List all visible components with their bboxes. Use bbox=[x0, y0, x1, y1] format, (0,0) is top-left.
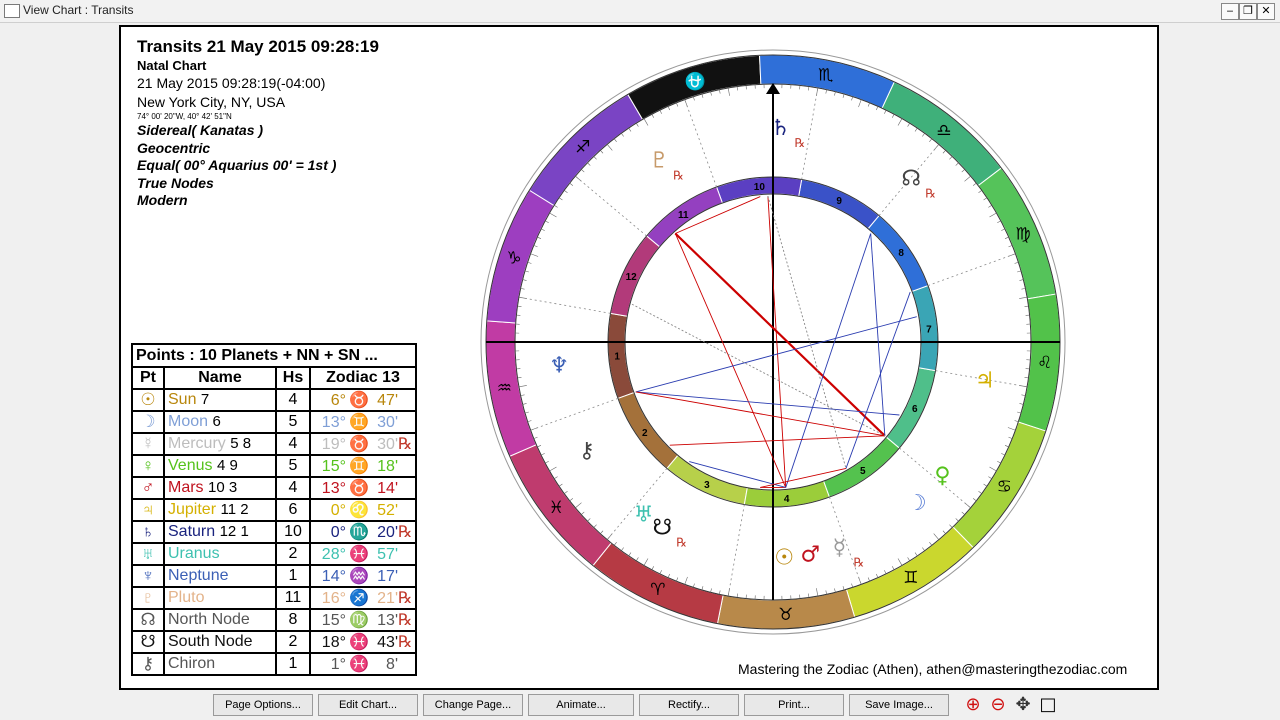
house-number: 7 bbox=[926, 324, 932, 335]
zodiac-sign-icon: ♊ bbox=[903, 568, 918, 588]
zodiac-sign-icon: ♏ bbox=[818, 66, 833, 86]
retrograde-icon: ℞ bbox=[673, 169, 684, 183]
zodiac-sign-icon: ♍ bbox=[1015, 225, 1030, 245]
zodiac-sign-icon: ♋ bbox=[997, 477, 1012, 497]
zodiac-sign-icon: ♐ bbox=[575, 138, 590, 158]
house-number: 4 bbox=[784, 494, 790, 505]
edit-chart-button[interactable]: Edit Chart... bbox=[318, 694, 418, 716]
planet-glyph-icon[interactable]: ⚷ bbox=[579, 439, 595, 464]
planet-glyph-icon[interactable]: ☿ bbox=[833, 535, 847, 560]
house-number: 10 bbox=[754, 182, 766, 193]
fit-icon[interactable]: □ bbox=[1037, 694, 1059, 716]
house-number: 9 bbox=[836, 196, 842, 207]
house-number: 3 bbox=[704, 480, 710, 491]
zodiac-sign-icon: ♒ bbox=[497, 379, 512, 399]
retrograde-icon: ℞ bbox=[795, 136, 806, 150]
zodiac-sign-icon: ♓ bbox=[549, 498, 564, 518]
zoom-in-icon[interactable]: ⊕ bbox=[962, 694, 984, 716]
save-image-button[interactable]: Save Image... bbox=[849, 694, 949, 716]
planet-glyph-icon[interactable]: ☽ bbox=[907, 491, 927, 516]
house-number: 12 bbox=[626, 272, 638, 283]
planet-glyph-icon[interactable]: ♇ bbox=[649, 149, 669, 174]
house-number: 8 bbox=[898, 248, 904, 259]
bottom-toolbar: Page Options... Edit Chart... Change Pag… bbox=[0, 692, 1280, 720]
zodiac-sign-icon: ♑ bbox=[506, 248, 521, 268]
planet-glyph-icon[interactable]: ♃ bbox=[975, 368, 995, 393]
chart-wheel[interactable]: ♎♍♌♋♊♉♈♓♒♑♐⛎ ♏123456789101112♄℞♇℞ ☊℞♃♀☽☿℞♂… bbox=[0, 0, 1280, 720]
planet-glyph-icon[interactable]: ☋ bbox=[652, 515, 672, 540]
rectify-button[interactable]: Rectify... bbox=[639, 694, 739, 716]
zoom-out-icon[interactable]: ⊖ bbox=[987, 694, 1009, 716]
house-number: 11 bbox=[678, 210, 689, 221]
animate-button[interactable]: Animate... bbox=[528, 694, 634, 716]
zodiac-sign-icon: ♈ bbox=[650, 580, 665, 600]
pan-icon[interactable]: ✥ bbox=[1012, 694, 1034, 716]
house-number: 5 bbox=[860, 466, 866, 477]
house-number: 1 bbox=[614, 352, 620, 363]
planet-glyph-icon[interactable]: ♅ bbox=[634, 503, 654, 528]
retrograde-icon: ℞ bbox=[676, 535, 687, 549]
change-page-button[interactable]: Change Page... bbox=[423, 694, 523, 716]
planet-glyph-icon[interactable]: ♀ bbox=[934, 463, 950, 488]
planet-glyph-icon[interactable]: ☊ bbox=[901, 166, 921, 191]
retrograde-icon: ℞ bbox=[925, 186, 936, 200]
house-number: 6 bbox=[912, 404, 918, 415]
zodiac-sign-icon: ♌ bbox=[1037, 353, 1052, 373]
print-button[interactable]: Print... bbox=[744, 694, 844, 716]
planet-glyph-icon[interactable]: ♄ bbox=[771, 116, 791, 141]
retrograde-icon: ℞ bbox=[853, 555, 864, 569]
page-options-button[interactable]: Page Options... bbox=[213, 694, 313, 716]
zodiac-sign-icon: ⛎ bbox=[685, 71, 706, 92]
zodiac-sign-icon: ♎ bbox=[936, 121, 951, 141]
zodiac-sign-icon: ♉ bbox=[778, 605, 793, 625]
planet-glyph-icon[interactable]: ♆ bbox=[549, 353, 569, 378]
house-number: 2 bbox=[642, 428, 648, 439]
planet-glyph-icon[interactable]: ☉ bbox=[774, 546, 794, 571]
planet-glyph-icon[interactable]: ♂ bbox=[800, 543, 820, 568]
